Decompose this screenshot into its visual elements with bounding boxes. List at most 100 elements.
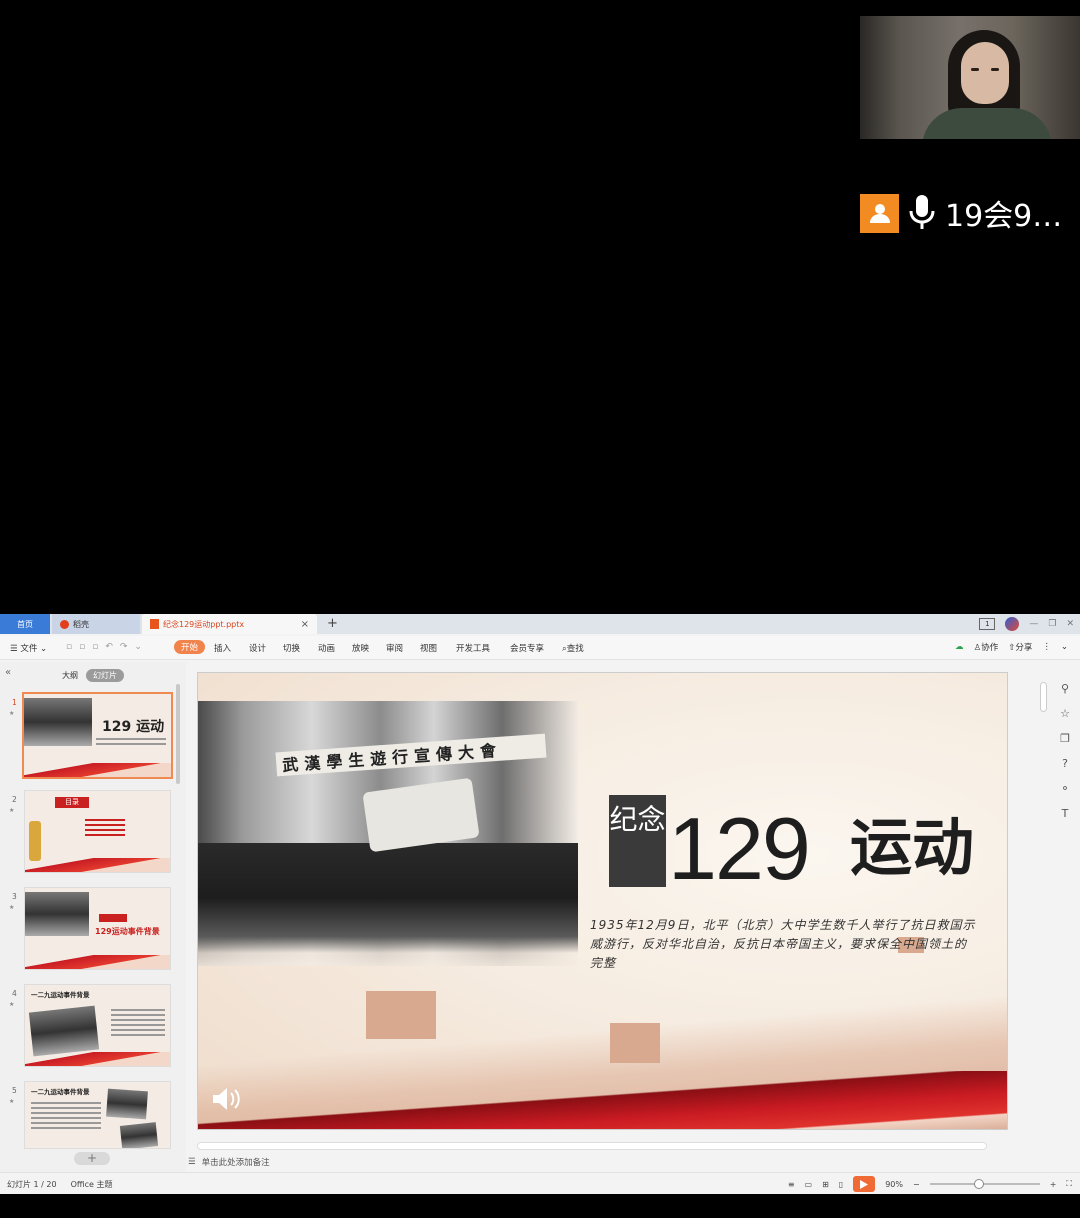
slide-description: 1935年12月9日，北平（北京）大中学生数千人举行了抗日救国示威游行，反对华北… — [590, 918, 976, 970]
reading-view-icon[interactable]: ▯ — [839, 1180, 843, 1189]
participant-face — [961, 42, 1009, 104]
daoke-icon — [60, 619, 69, 629]
zoom-in-icon[interactable]: + — [1050, 1180, 1057, 1189]
user-account-icon[interactable] — [1005, 617, 1020, 631]
tab-transition[interactable]: 切换 — [283, 642, 300, 654]
more-icon[interactable]: ⌄ — [134, 642, 142, 652]
thumb-title: 129运动事件背景 — [95, 927, 160, 936]
more-menu-icon[interactable]: ⋮ — [1042, 642, 1051, 652]
tab-bar: 首页 稻壳 纪念129运动ppt.pptx × + 1 — ❐ ✕ — [0, 614, 1080, 634]
notes-icon: ☰ — [188, 1157, 196, 1167]
print-icon[interactable]: ▫ — [79, 642, 85, 652]
slide-thumbnail[interactable]: 一二九运动事件背景 — [24, 1081, 171, 1149]
participant-label: 19会9… — [860, 193, 1062, 234]
panel-scrollbar[interactable] — [176, 684, 180, 784]
right-sidebar: ⚲ ☆ ❐ ? ⚬ T — [1052, 682, 1078, 820]
restore-icon[interactable]: ❐ — [1048, 619, 1056, 629]
redo-icon[interactable]: ↷ — [120, 642, 128, 652]
tab-animation[interactable]: 动画 — [318, 642, 335, 654]
participant-eye — [971, 68, 979, 71]
location-icon[interactable]: ⚬ — [1060, 782, 1069, 795]
slide-mark-icon: ★ — [9, 1098, 15, 1105]
panel-view-tabs: 大纲 幻灯片 — [62, 669, 124, 682]
wall-tower — [610, 1023, 660, 1063]
help-icon[interactable]: ? — [1062, 757, 1068, 770]
protest-crowd — [198, 843, 578, 953]
wps-window: 首页 稻壳 纪念129运动ppt.pptx × + 1 — ❐ ✕ ☰ 文件 ⌄ — [0, 614, 1080, 1194]
slide-thumbnail[interactable]: 129 运动 — [22, 692, 173, 779]
play-slideshow-button[interactable] — [853, 1176, 876, 1192]
properties-icon[interactable]: ⚲ — [1061, 682, 1069, 695]
tab-outline[interactable]: 大纲 — [62, 670, 78, 681]
tab-member[interactable]: 会员专享 — [510, 642, 544, 654]
zoom-slider[interactable] — [929, 1179, 1040, 1189]
zoom-out-icon[interactable]: − — [913, 1180, 920, 1189]
window-controls: 1 — ❐ ✕ — [979, 617, 1074, 631]
tab-design[interactable]: 设计 — [249, 642, 266, 654]
user-avatar-icon — [860, 193, 899, 233]
microphone-icon[interactable] — [907, 193, 937, 233]
undo-icon[interactable]: ↶ — [105, 642, 113, 652]
slide-number: 1 — [12, 698, 17, 707]
new-tab-icon[interactable]: + — [327, 616, 338, 631]
add-slide-button[interactable]: + — [74, 1152, 110, 1165]
theme-name: Office 主题 — [70, 1180, 113, 1189]
main-slide[interactable]: 武漢學生遊行宣傳大會 纪念 129 运动 1935年12月9日，北平（北京）大中… — [197, 672, 1008, 1130]
screen: 19会9… 首页 稻壳 纪念129运动ppt.pptx × + 1 — ❐ ✕ — [0, 0, 1080, 1218]
window-badge-icon[interactable]: 1 — [979, 618, 996, 630]
preview-icon[interactable]: ▫ — [92, 642, 98, 652]
fit-window-icon[interactable]: ⛶ — [1066, 1179, 1072, 1189]
slide-thumbnail[interactable]: 一二九运动事件背景 — [24, 984, 171, 1067]
tab-review[interactable]: 审阅 — [386, 642, 403, 654]
save-icon[interactable]: ▫ — [66, 642, 72, 652]
tab-start[interactable]: 开始 — [174, 640, 206, 654]
close-window-icon[interactable]: ✕ — [1066, 619, 1074, 629]
slide-mark-icon: ★ — [9, 904, 15, 911]
notes-area[interactable]: ☰ 单击此处添加备注 — [188, 1154, 270, 1170]
normal-view-icon[interactable]: ▭ — [805, 1180, 813, 1189]
notes-toggle-icon[interactable]: ≡ — [788, 1180, 795, 1189]
tab-insert[interactable]: 插入 — [214, 642, 231, 654]
tab-developer[interactable]: 开发工具 — [456, 642, 490, 654]
slide-mark-icon: ★ — [9, 807, 15, 814]
thumb-title: 目录 — [55, 797, 89, 808]
speaker-icon[interactable] — [210, 1085, 242, 1116]
slide-number: 3 — [12, 892, 17, 901]
slide-thumbnail[interactable]: 129运动事件背景 — [24, 887, 171, 970]
wall-tower — [366, 991, 436, 1039]
tab-slideshow[interactable]: 放映 — [352, 642, 369, 654]
zoom-slider-knob[interactable] — [974, 1179, 985, 1189]
collapse-ribbon-icon[interactable]: ⌄ — [1061, 642, 1068, 652]
slide-number: 5 — [12, 1086, 17, 1095]
tab-home[interactable]: 首页 — [0, 614, 50, 634]
participant-eye — [991, 68, 999, 71]
star-icon[interactable]: ☆ — [1060, 707, 1070, 720]
file-menu-button[interactable]: ☰ 文件 ⌄ — [10, 642, 47, 654]
tab-document[interactable]: 纪念129运动ppt.pptx × — [142, 614, 317, 634]
collab-button[interactable]: ♙协作 — [974, 641, 999, 653]
tab-slides[interactable]: 幻灯片 — [86, 669, 124, 682]
text-icon[interactable]: T — [1062, 807, 1069, 820]
jinian-label: 纪念 — [609, 795, 666, 887]
quick-access-toolbar: ▫ ▫ ▫ ↶ ↷ ⌄ — [66, 642, 142, 652]
collapse-panel-icon[interactable]: « — [5, 667, 11, 678]
search-button[interactable]: ⌕查找 — [562, 642, 584, 654]
share-button[interactable]: ⇧分享 — [1008, 641, 1032, 653]
slide-title-word: 运动 — [850, 811, 975, 884]
tab-view[interactable]: 视图 — [420, 642, 437, 654]
sorter-view-icon[interactable]: ⊞ — [822, 1180, 829, 1189]
copy-icon[interactable]: ❐ — [1060, 732, 1070, 745]
tab-daoke-label: 稻壳 — [73, 619, 89, 629]
tab-daoke[interactable]: 稻壳 — [52, 614, 140, 634]
slide-thumbnail[interactable]: 目录 — [24, 790, 171, 873]
horizontal-scrollbar[interactable] — [197, 1142, 987, 1150]
minimize-icon[interactable]: — — [1029, 619, 1038, 629]
cloud-sync-icon[interactable]: ☁ — [955, 642, 964, 652]
tab-document-label: 纪念129运动ppt.pptx — [163, 619, 245, 629]
vertical-scrollbar[interactable] — [1040, 682, 1047, 712]
slide-mark-icon: ★ — [9, 1001, 15, 1008]
zoom-level[interactable]: 90% — [885, 1180, 903, 1189]
thumb-title: 129 运动 — [102, 719, 165, 735]
slide-number: 2 — [12, 795, 17, 804]
close-tab-icon[interactable]: × — [301, 619, 309, 630]
